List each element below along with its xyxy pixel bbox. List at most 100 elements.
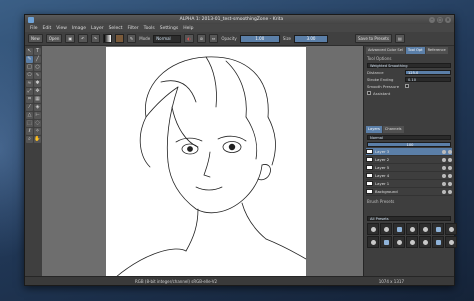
lock-icon[interactable]	[448, 149, 452, 154]
rect-select-icon[interactable]: ⬚	[26, 120, 33, 127]
new-document-button[interactable]: New	[28, 34, 43, 43]
menu-filter[interactable]: Filter	[127, 26, 138, 31]
crop-tool-icon[interactable]: ⌗	[26, 96, 33, 103]
lock-icon[interactable]	[448, 189, 452, 194]
layer-row[interactable]: Background	[366, 188, 452, 196]
brush-preset[interactable]	[419, 223, 431, 235]
zoom-tool-icon[interactable]: ⌕	[26, 136, 33, 143]
visibility-icon[interactable]	[442, 165, 446, 170]
menu-file[interactable]: File	[30, 26, 38, 31]
minimize-button[interactable]: –	[429, 16, 435, 23]
layer-opacity-slider[interactable]: 100	[367, 141, 451, 147]
drawing-canvas[interactable]	[106, 47, 307, 278]
tab-tool-options[interactable]: Tool Opt	[405, 47, 425, 54]
brush-preset[interactable]	[380, 223, 392, 235]
menu-settings[interactable]: Settings	[160, 26, 178, 31]
smooth-pressure-checkbox[interactable]	[405, 84, 409, 88]
lasso-select-icon[interactable]: ℓ	[26, 128, 33, 135]
stroke-ending-slider[interactable]: 0.10	[405, 76, 451, 82]
canvas-area[interactable]	[42, 46, 363, 278]
menu-edit[interactable]: Edit	[43, 26, 52, 31]
tab-channels[interactable]: Channels	[382, 126, 404, 133]
menu-select[interactable]: Select	[109, 26, 123, 31]
polygon-tool-icon[interactable]: ⬠	[26, 72, 33, 79]
distance-slider[interactable]: 125.0	[405, 69, 451, 75]
lock-icon[interactable]	[448, 173, 452, 178]
redo-icon[interactable]: ↷	[90, 34, 100, 43]
brush-preset[interactable]	[380, 236, 392, 248]
multibrush-icon[interactable]: ✱	[34, 80, 41, 87]
lock-icon[interactable]	[448, 157, 452, 162]
lock-icon[interactable]	[448, 181, 452, 186]
eraser-mode-icon[interactable]: ◐	[184, 34, 194, 43]
brush-preset[interactable]	[406, 223, 418, 235]
smoothing-select[interactable]: Weighted Smoothing	[367, 62, 451, 68]
assistant-tool-icon[interactable]: △	[26, 112, 33, 119]
layer-row[interactable]: Layer 5	[366, 164, 452, 172]
tab-advanced-color-selector[interactable]: Advanced Color Sel	[366, 47, 405, 54]
visibility-icon[interactable]	[442, 189, 446, 194]
maximize-button[interactable]: □	[437, 16, 443, 23]
magic-wand-icon[interactable]: ✧	[34, 128, 41, 135]
pattern-swatch[interactable]	[114, 34, 124, 43]
layer-row[interactable]: Layer 3	[366, 148, 452, 156]
pan-tool-icon[interactable]: ✋	[34, 136, 41, 143]
visibility-icon[interactable]	[442, 157, 446, 162]
workspace-icon[interactable]: ▤	[394, 34, 405, 43]
gradient-swatch[interactable]	[102, 34, 112, 43]
menu-view[interactable]: View	[56, 26, 67, 31]
layer-blend-select[interactable]: Normal	[367, 134, 451, 140]
preset-filter-select[interactable]: All Presets	[367, 215, 451, 221]
close-button[interactable]: ×	[445, 16, 451, 23]
brush-preset[interactable]	[393, 223, 405, 235]
layer-row[interactable]: Layer 1	[366, 180, 452, 188]
brush-preset-button[interactable]: ✎	[126, 34, 137, 43]
visibility-icon[interactable]	[442, 173, 446, 178]
line-tool-icon[interactable]: ╱	[34, 56, 41, 63]
brush-preset[interactable]	[393, 236, 405, 248]
open-document-button[interactable]: Open	[45, 34, 63, 43]
undo-icon[interactable]: ↶	[78, 34, 88, 43]
alpha-lock-icon[interactable]: ⊘	[196, 34, 207, 43]
opacity-slider[interactable]: 1.00	[239, 34, 280, 43]
brush-preset[interactable]	[367, 223, 379, 235]
layer-row[interactable]: Layer 4	[366, 172, 452, 180]
assistant-checkbox[interactable]	[367, 91, 371, 95]
brush-preset[interactable]	[432, 236, 444, 248]
move-tool-icon[interactable]: ✥	[34, 88, 41, 95]
transform-tool-icon[interactable]: ⤢	[26, 88, 33, 95]
menu-help[interactable]: Help	[183, 26, 193, 31]
brush-preset[interactable]	[406, 236, 418, 248]
menu-image[interactable]: Image	[72, 26, 86, 31]
menu-layer[interactable]: Layer	[91, 26, 104, 31]
brush-preset[interactable]	[432, 223, 444, 235]
menu-tools[interactable]: Tools	[144, 26, 155, 31]
tab-layers[interactable]: Layers	[366, 126, 382, 133]
visibility-icon[interactable]	[442, 149, 446, 154]
gradient-tool-icon[interactable]: ▦	[34, 96, 41, 103]
brush-preset[interactable]	[445, 223, 457, 235]
brush-preset[interactable]	[367, 236, 379, 248]
rectangle-tool-icon[interactable]: □	[26, 64, 33, 71]
freehand-brush-icon[interactable]: ✎	[26, 56, 33, 63]
measure-tool-icon[interactable]: ⊢	[34, 112, 41, 119]
ellipse-tool-icon[interactable]: ○	[34, 64, 41, 71]
save-to-presets-button[interactable]: Save to Presets	[355, 34, 392, 43]
layer-row[interactable]: Layer 2	[366, 156, 452, 164]
mirror-icon[interactable]: ⇔	[209, 34, 219, 43]
path-tool-icon[interactable]: ∿	[34, 72, 41, 79]
fill-tool-icon[interactable]: ◈	[34, 104, 41, 111]
lock-icon[interactable]	[448, 165, 452, 170]
blend-mode-select[interactable]: Normal	[153, 34, 182, 43]
select-shapes-icon[interactable]: ↖	[26, 48, 33, 55]
text-tool-icon[interactable]: T	[34, 48, 41, 55]
color-picker-icon[interactable]: ⁄	[26, 104, 33, 111]
save-icon[interactable]: ▣	[65, 34, 76, 43]
dynamic-brush-icon[interactable]: ≈	[26, 80, 33, 87]
size-slider[interactable]: 3.00	[294, 34, 329, 43]
visibility-icon[interactable]	[442, 181, 446, 186]
brush-preset[interactable]	[419, 236, 431, 248]
ellipse-select-icon[interactable]: ◌	[34, 120, 41, 127]
brush-preset[interactable]	[445, 236, 457, 248]
tab-reference[interactable]: Reference	[425, 47, 448, 54]
